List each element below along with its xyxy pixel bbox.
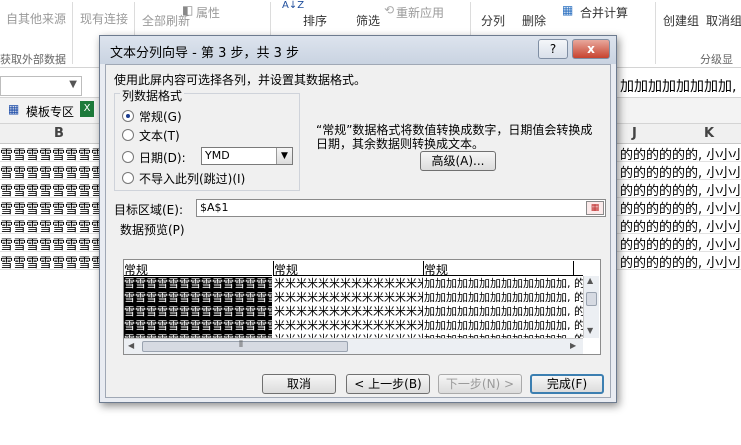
formula-content[interactable]: 加加加加加加加加, 的 — [620, 76, 741, 96]
template-icon: ▦ — [8, 102, 20, 116]
horizontal-scroll-thumb[interactable]: ⦀ — [142, 340, 348, 352]
text-to-columns-button[interactable]: 分列 — [481, 12, 505, 29]
destination-field[interactable]: $A$1 ▦ — [196, 199, 606, 217]
chevron-down-icon: ▼ — [69, 79, 77, 90]
cell-b[interactable]: 雪雪雪雪雪雪雪雪雪 — [0, 252, 100, 271]
next-button[interactable]: 下一步(N) > — [438, 374, 522, 394]
vertical-scroll-thumb[interactable] — [586, 292, 597, 306]
collapse-dialog-icon[interactable]: ▦ — [586, 201, 604, 215]
preview-cell: 雪雪雪雪雪雪雪雪雪雪雪雪雪雪雪 — [124, 305, 272, 319]
date-format-value: YMD — [205, 149, 230, 162]
reapply-button[interactable]: 重新应用 — [396, 4, 444, 21]
cell-b[interactable]: 雪雪雪雪雪雪雪雪雪 — [0, 234, 100, 253]
cell-j[interactable]: 的的的的的的, 小小小 — [620, 198, 741, 217]
cell-j[interactable]: 的的的的的的, 小小小 — [620, 162, 741, 181]
column-header-j[interactable]: J — [632, 126, 637, 141]
advanced-button[interactable]: 高级(A)... — [420, 151, 496, 171]
back-button[interactable]: < 上一步(B) — [346, 374, 430, 394]
group-label-outline: 分级显 — [700, 53, 733, 66]
preview-cell: 米米米米米米米米米米米米米米米, — [274, 277, 423, 290]
date-radio[interactable] — [122, 151, 134, 163]
skip-label[interactable]: 不导入此列(跳过)(I) — [139, 170, 245, 187]
chevron-down-icon: ▼ — [276, 148, 292, 164]
preview-cell: 雪雪雪雪雪雪雪雪雪雪雪雪雪雪雪 — [124, 277, 272, 291]
from-other-sources-button[interactable]: 自其他来源 — [6, 10, 66, 27]
text-to-columns-dialog: 文本分列向导 - 第 3 步，共 3 步 ? x 使用此屏内容可选择各列，并设置… — [99, 35, 617, 403]
ungroup-button[interactable]: 取消组 — [706, 12, 741, 29]
date-format-select[interactable]: YMD ▼ — [201, 147, 293, 165]
reapply-icon: ⟲ — [384, 3, 395, 17]
general-radio[interactable] — [122, 110, 134, 122]
cell-j[interactable]: 的的的的的的, 小小小 — [620, 234, 741, 253]
filter-button[interactable]: 筛选 — [356, 12, 380, 29]
scroll-left-icon[interactable]: ◀ — [128, 341, 134, 350]
preview-cell: 加加加加加加加加加加加加加, 的 — [424, 319, 583, 332]
finish-button[interactable]: 完成(F) — [530, 374, 604, 394]
scroll-right-icon[interactable]: ▶ — [570, 341, 576, 350]
dialog-title: 文本分列向导 - 第 3 步，共 3 步 — [110, 46, 300, 61]
preview-header[interactable]: 常规 — [423, 261, 573, 276]
remove-duplicates-button[interactable]: 删除 — [522, 12, 546, 29]
preview-cell: 加加加加加加加加加加加加加, 的 — [424, 277, 583, 290]
cell-b[interactable]: 雪雪雪雪雪雪雪雪雪 — [0, 216, 100, 235]
existing-connections-button[interactable]: 现有连接 — [80, 10, 128, 27]
cell-b[interactable]: 雪雪雪雪雪雪雪雪雪 — [0, 198, 100, 217]
preview-header-partial[interactable] — [573, 261, 583, 276]
cell-j[interactable]: 的的的的的的, 小小小 — [620, 216, 741, 235]
preview-cell: 米米米米米米米米米米米米米米米, — [274, 291, 423, 304]
text-radio[interactable] — [122, 129, 134, 141]
consolidate-icon: ▦ — [562, 3, 574, 17]
preview-horizontal-scrollbar[interactable]: ◀ ⦀ ▶ — [124, 338, 583, 354]
tab-template-zone[interactable]: 模板专区 — [26, 103, 74, 120]
grip-icon: ⦀ — [239, 340, 243, 350]
consolidate-button[interactable]: 合并计算 — [580, 4, 628, 21]
cell-j[interactable]: 的的的的的的, 小小小 — [620, 180, 741, 199]
date-label[interactable]: 日期(D): — [139, 149, 186, 166]
name-box[interactable]: ▼ — [0, 76, 82, 96]
cell-b[interactable]: 雪雪雪雪雪雪雪雪雪 — [0, 162, 100, 181]
close-button[interactable]: x — [572, 39, 610, 59]
data-preview[interactable]: 常规 常规 常规 雪雪雪雪雪雪雪雪雪雪雪雪雪雪雪米米米米米米米米米米米米米米米,… — [123, 259, 601, 355]
preview-vertical-scrollbar[interactable]: ▲ ▼ — [583, 276, 599, 338]
dialog-titlebar[interactable]: 文本分列向导 - 第 3 步，共 3 步 ? x — [100, 36, 616, 64]
instruction-text: 使用此屏内容可选择各列，并设置其数据格式。 — [114, 73, 367, 87]
column-header-b[interactable]: B — [54, 126, 64, 141]
cell-j[interactable]: 的的的的的的, 小小小 — [620, 252, 741, 271]
destination-value: $A$1 — [200, 201, 229, 214]
cell-b[interactable]: 雪雪雪雪雪雪雪雪雪 — [0, 180, 100, 199]
preview-cell: 加加加加加加加加加加加加加, 的 — [424, 291, 583, 304]
cancel-button[interactable]: 取消 — [262, 374, 336, 394]
cell-b[interactable]: 雪雪雪雪雪雪雪雪雪 — [0, 144, 100, 163]
properties-button[interactable]: 属性 — [196, 4, 220, 21]
group-label-external-data: 获取外部数据 — [0, 53, 66, 66]
preview-cell: 雪雪雪雪雪雪雪雪雪雪雪雪雪雪雪 — [124, 291, 272, 305]
cell-j[interactable]: 的的的的的的, 小小小 — [620, 144, 741, 163]
scroll-down-icon[interactable]: ▼ — [587, 326, 593, 335]
format-group-label: 列数据格式 — [120, 87, 185, 104]
sort-button[interactable]: 排序 — [303, 12, 327, 29]
dialog-body: 使用此屏内容可选择各列，并设置其数据格式。 列数据格式 常规(G) 文本(T) … — [105, 64, 611, 398]
help-button[interactable]: ? — [538, 39, 568, 59]
preview-header[interactable]: 常规 — [124, 261, 272, 276]
preview-cell: 米米米米米米米米米米米米米米米, — [274, 319, 423, 332]
preview-cell: 加加加加加加加加加加加加加, 的 — [424, 305, 583, 318]
general-label[interactable]: 常规(G) — [139, 108, 182, 125]
column-header-k[interactable]: K — [704, 126, 714, 141]
scroll-up-icon[interactable]: ▲ — [587, 276, 593, 285]
preview-label: 数据预览(P) — [120, 223, 185, 237]
sort-az-icon: A↓Z — [282, 0, 305, 11]
destination-label: 目标区域(E): — [114, 203, 183, 217]
preview-cell: 米米米米米米米米米米米米米米米, — [274, 305, 423, 318]
text-label[interactable]: 文本(T) — [139, 127, 180, 144]
preview-header[interactable]: 常规 — [273, 261, 423, 276]
description-line2: 日期，其余数据则转换成文本。 — [316, 137, 485, 151]
group-button[interactable]: 创建组 — [663, 12, 699, 29]
properties-icon: ◧ — [182, 3, 194, 17]
skip-radio[interactable] — [122, 172, 134, 184]
preview-cell: 雪雪雪雪雪雪雪雪雪雪雪雪雪雪雪 — [124, 319, 272, 333]
excel-icon: X — [80, 101, 94, 117]
